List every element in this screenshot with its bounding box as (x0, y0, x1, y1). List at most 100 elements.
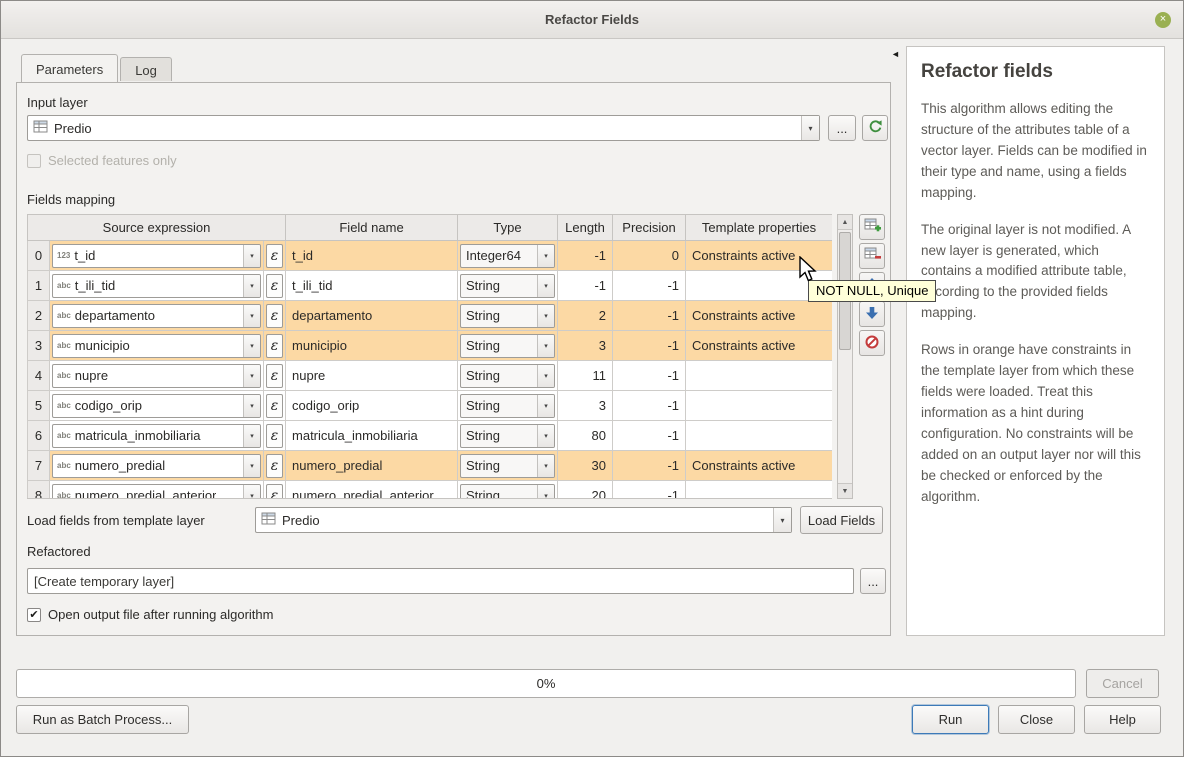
expression-editor-button[interactable]: ε (266, 274, 283, 298)
precision-cell[interactable]: -1 (613, 271, 686, 301)
delete-field-button[interactable] (859, 243, 885, 269)
length-cell[interactable]: -1 (558, 241, 613, 271)
scroll-up-icon[interactable]: ▲ (838, 215, 852, 230)
scroll-down-icon[interactable]: ▼ (838, 483, 852, 498)
length-cell[interactable]: 20 (558, 481, 613, 500)
field-name-cell[interactable]: departamento (286, 301, 458, 331)
length-cell[interactable]: 30 (558, 451, 613, 481)
chevron-down-icon[interactable]: ▾ (243, 425, 260, 447)
selected-features-label: Selected features only (48, 153, 177, 168)
expression-editor-button[interactable]: ε (266, 484, 283, 500)
field-name-cell[interactable]: numero_predial (286, 451, 458, 481)
input-layer-reload-button[interactable] (862, 115, 888, 141)
source-expression-dropdown[interactable]: abc codigo_orip ▾ (52, 394, 261, 418)
open-output-checkbox[interactable]: ✔ Open output file after running algorit… (27, 607, 273, 622)
chevron-down-icon[interactable]: ▾ (243, 335, 260, 357)
source-expression-dropdown[interactable]: abc numero_predial ▾ (52, 454, 261, 478)
load-fields-button[interactable]: Load Fields (800, 506, 883, 534)
length-cell[interactable]: 3 (558, 331, 613, 361)
reset-fields-button[interactable] (859, 330, 885, 356)
chevron-down-icon[interactable]: ▾ (773, 508, 791, 532)
chevron-down-icon[interactable]: ▾ (243, 455, 260, 477)
window-close-icon[interactable]: × (1155, 12, 1171, 28)
length-cell[interactable]: 80 (558, 421, 613, 451)
source-expression-dropdown[interactable]: abc departamento ▾ (52, 304, 261, 328)
source-expression-dropdown[interactable]: abc nupre ▾ (52, 364, 261, 388)
expression-editor-button[interactable]: ε (266, 304, 283, 328)
chevron-down-icon[interactable]: ▾ (537, 365, 554, 387)
refactored-browse-button[interactable]: ... (860, 568, 886, 594)
row-index: 5 (28, 391, 50, 421)
source-expression-dropdown[interactable]: abc matricula_inmobiliaria ▾ (52, 424, 261, 448)
chevron-down-icon[interactable]: ▾ (243, 395, 260, 417)
refactored-output-input[interactable] (27, 568, 854, 594)
precision-cell[interactable]: -1 (613, 301, 686, 331)
tab-log[interactable]: Log (120, 57, 172, 81)
chevron-down-icon[interactable]: ▾ (537, 485, 554, 500)
source-expression-dropdown[interactable]: 123 t_id ▾ (52, 244, 261, 268)
chevron-down-icon[interactable]: ▾ (243, 485, 260, 500)
expression-editor-button[interactable]: ε (266, 364, 283, 388)
chevron-down-icon[interactable]: ▾ (243, 365, 260, 387)
expression-editor-button[interactable]: ε (266, 394, 283, 418)
add-field-button[interactable] (859, 214, 885, 240)
chevron-down-icon[interactable]: ▾ (801, 116, 819, 140)
help-button[interactable]: Help (1084, 705, 1161, 734)
chevron-down-icon[interactable]: ▾ (243, 305, 260, 327)
field-name-cell[interactable]: codigo_orip (286, 391, 458, 421)
chevron-down-icon[interactable]: ▾ (537, 335, 554, 357)
chevron-down-icon[interactable]: ▾ (243, 245, 260, 267)
collapse-help-icon[interactable]: ◄ (891, 49, 900, 59)
chevron-down-icon[interactable]: ▾ (537, 245, 554, 267)
chevron-down-icon[interactable]: ▾ (537, 275, 554, 297)
chevron-down-icon[interactable]: ▾ (243, 275, 260, 297)
close-button[interactable]: Close (998, 705, 1075, 734)
type-combo[interactable]: String ▾ (460, 274, 555, 298)
run-button[interactable]: Run (912, 705, 989, 734)
table-scrollbar[interactable]: ▲ ▼ (837, 214, 853, 499)
input-layer-browse-button[interactable]: ... (828, 115, 856, 141)
precision-cell[interactable]: -1 (613, 451, 686, 481)
expression-editor-button[interactable]: ε (266, 244, 283, 268)
tab-parameters[interactable]: Parameters (21, 54, 118, 82)
length-cell[interactable]: 11 (558, 361, 613, 391)
precision-cell[interactable]: -1 (613, 391, 686, 421)
field-name-cell[interactable]: municipio (286, 331, 458, 361)
expression-editor-button[interactable]: ε (266, 424, 283, 448)
source-expression-dropdown[interactable]: abc numero_predial_anterior ▾ (52, 484, 261, 500)
source-expression-dropdown[interactable]: abc t_ili_tid ▾ (52, 274, 261, 298)
chevron-down-icon[interactable]: ▾ (537, 395, 554, 417)
type-combo[interactable]: String ▾ (460, 454, 555, 478)
type-combo[interactable]: String ▾ (460, 484, 555, 500)
type-combo[interactable]: String ▾ (460, 364, 555, 388)
chevron-down-icon[interactable]: ▾ (537, 455, 554, 477)
field-name-cell[interactable]: numero_predial_anterior (286, 481, 458, 500)
run-as-batch-button[interactable]: Run as Batch Process... (16, 705, 189, 734)
expression-editor-button[interactable]: ε (266, 334, 283, 358)
precision-cell[interactable]: -1 (613, 331, 686, 361)
length-cell[interactable]: 2 (558, 301, 613, 331)
precision-cell[interactable]: -1 (613, 481, 686, 500)
length-cell[interactable]: -1 (558, 271, 613, 301)
field-type-prefix: abc (57, 461, 71, 470)
field-name-cell[interactable]: nupre (286, 361, 458, 391)
type-combo[interactable]: String ▾ (460, 394, 555, 418)
type-combo[interactable]: String ▾ (460, 304, 555, 328)
field-name-cell[interactable]: matricula_inmobiliaria (286, 421, 458, 451)
field-name-cell[interactable]: t_ili_tid (286, 271, 458, 301)
type-combo[interactable]: String ▾ (460, 334, 555, 358)
template-layer-combo[interactable]: Predio ▾ (255, 507, 792, 533)
precision-cell[interactable]: 0 (613, 241, 686, 271)
length-cell[interactable]: 3 (558, 391, 613, 421)
chevron-down-icon[interactable]: ▾ (537, 425, 554, 447)
field-name-cell[interactable]: t_id (286, 241, 458, 271)
input-layer-combo[interactable]: Predio ▾ (27, 115, 820, 141)
precision-cell[interactable]: -1 (613, 361, 686, 391)
source-expression-dropdown[interactable]: abc municipio ▾ (52, 334, 261, 358)
expression-editor-button[interactable]: ε (266, 454, 283, 478)
type-combo[interactable]: String ▾ (460, 424, 555, 448)
precision-cell[interactable]: -1 (613, 421, 686, 451)
chevron-down-icon[interactable]: ▾ (537, 305, 554, 327)
move-field-down-button[interactable] (859, 301, 885, 327)
type-combo[interactable]: Integer64 ▾ (460, 244, 555, 268)
